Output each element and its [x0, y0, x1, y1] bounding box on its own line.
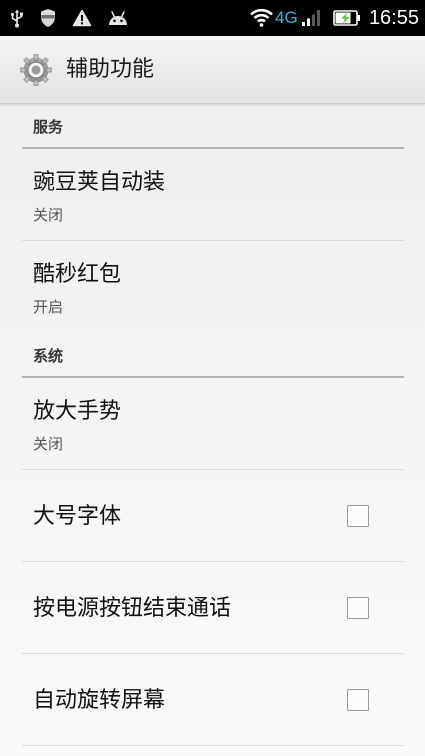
preference-title: 酷秒红包 [33, 262, 122, 287]
android-icon [107, 10, 129, 26]
preference-kumiao-red-packet[interactable]: 酷秒红包 开启 [22, 241, 404, 333]
battery-charging-icon [333, 9, 361, 27]
category-header-services: 服务 [22, 104, 404, 149]
wifi-icon [249, 7, 274, 27]
warning-icon [72, 9, 92, 27]
preference-summary: 开启 [33, 298, 64, 316]
settings-gear-icon[interactable] [18, 52, 54, 88]
power-button-ends-call-checkbox[interactable] [347, 597, 369, 619]
preference-wandoujia-auto-install[interactable]: 豌豆荚自动装 关闭 [22, 149, 404, 241]
category-title: 系统 [33, 347, 64, 365]
status-bar: 4G 16:55 [0, 0, 425, 36]
preference-title: 大号字体 [33, 504, 122, 529]
large-text-checkbox[interactable] [347, 505, 369, 527]
preference-title: 自动旋转屏幕 [33, 688, 166, 713]
shield-icon [40, 8, 56, 28]
preference-summary: 关闭 [33, 206, 64, 224]
preference-summary: 关闭 [33, 435, 64, 453]
action-bar: 辅助功能 [0, 36, 425, 104]
page-title: 辅助功能 [66, 57, 155, 82]
preference-auto-rotate-screen[interactable]: 自动旋转屏幕 [22, 654, 404, 746]
category-header-system: 系统 [22, 333, 404, 378]
preference-title: 按电源按钮结束通话 [33, 596, 232, 621]
network-type-label: 4G [275, 8, 298, 27]
preference-large-text[interactable]: 大号字体 [22, 470, 404, 562]
preference-title: 豌豆荚自动装 [33, 170, 166, 195]
preference-list[interactable]: 服务 豌豆荚自动装 关闭 酷秒红包 开启 系统 放大手势 关闭 大号字体 按电源… [0, 104, 425, 756]
preference-magnification-gestures[interactable]: 放大手势 关闭 [22, 378, 404, 470]
auto-rotate-screen-checkbox[interactable] [347, 689, 369, 711]
status-clock: 16:55 [368, 7, 419, 29]
usb-icon [10, 9, 24, 28]
signal-strength-icon [301, 9, 321, 27]
preference-title: 放大手势 [33, 399, 122, 424]
category-title: 服务 [33, 118, 64, 136]
preference-power-button-ends-call[interactable]: 按电源按钮结束通话 [22, 562, 404, 654]
